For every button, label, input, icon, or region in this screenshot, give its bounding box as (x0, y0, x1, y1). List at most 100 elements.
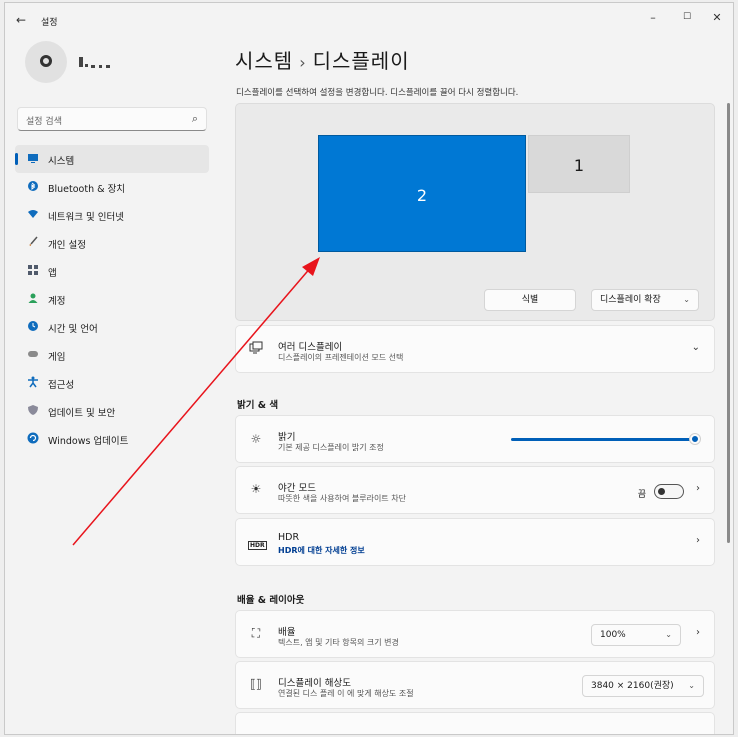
search-icon: ⌕ (191, 112, 198, 125)
night-mode-state: 끔 (637, 490, 646, 500)
scale-icon: ⛶ (251, 626, 261, 640)
hdr-icon: HDR (248, 541, 267, 550)
night-mode-title: 야간 모드 (278, 483, 316, 494)
monitor-number: 2 (416, 186, 428, 205)
sun-icon: ☼ (250, 432, 262, 446)
display-mode-dropdown[interactable]: 디스플레이 확장 ⌄ (591, 289, 699, 311)
night-mode-toggle[interactable] (654, 484, 684, 499)
sidebar-item-bluetooth[interactable]: Bluetooth & 장치 (15, 173, 209, 201)
chevron-down-icon: ⌄ (683, 295, 690, 304)
sidebar-item-update-security[interactable]: 업데이트 및 보안 (15, 397, 209, 425)
layout-section-header: 배율 & 레이아웃 (237, 595, 305, 606)
resolution-value: 3840 × 2160(권장) (591, 681, 674, 691)
search-placeholder: 설정 검색 (26, 117, 62, 127)
sidebar-item-label: 업데이트 및 보안 (48, 408, 116, 419)
scale-dropdown[interactable]: 100% ⌄ (591, 624, 681, 646)
chevron-down-icon: ⌄ (688, 681, 695, 690)
scale-title: 배율 (278, 627, 296, 638)
title-bar: ← 설정 – ☐ ✕ (5, 3, 733, 37)
breadcrumb-parent[interactable]: 시스템 (235, 49, 293, 73)
sidebar-item-network[interactable]: 네트워크 및 인터넷 (15, 201, 209, 229)
brightness-card: ☼ 밝기 기본 제공 디스플레이 밝기 조정 (235, 415, 715, 463)
globe-clock-icon (27, 320, 39, 332)
sidebar-item-label: 시간 및 언어 (48, 324, 98, 335)
monitor-2[interactable]: 2 (318, 135, 526, 252)
profile-name-redacted (79, 57, 115, 71)
scale-subtitle: 텍스트, 앱 및 기타 항목의 크기 변경 (278, 638, 399, 647)
sidebar-item-label: 개인 설정 (48, 240, 86, 251)
gamepad-icon (27, 348, 39, 360)
sidebar-item-label: 접근성 (48, 380, 75, 391)
scrollbar[interactable] (727, 103, 730, 543)
breadcrumb-separator: › (299, 53, 307, 72)
sidebar-item-accounts[interactable]: 계정 (15, 285, 209, 313)
apps-icon (27, 264, 39, 276)
sidebar-item-label: Bluetooth & 장치 (48, 184, 126, 195)
chevron-right-icon: › (696, 483, 700, 494)
display-mode-value: 디스플레이 확장 (600, 295, 661, 305)
sidebar-item-gaming[interactable]: 게임 (15, 341, 209, 369)
sidebar-item-apps[interactable]: 앱 (15, 257, 209, 285)
hdr-title: HDR (278, 532, 300, 543)
update-icon (27, 432, 39, 444)
hdr-card[interactable]: HDR HDR HDR에 대한 자세한 정보 › (235, 518, 715, 566)
sidebar-item-label: 게임 (48, 352, 66, 363)
night-mode-card[interactable]: ☀ 야간 모드 따뜻한 색을 사용하여 블루라이트 차단 끔 › (235, 466, 715, 514)
back-arrow-icon[interactable]: ← (16, 13, 26, 27)
sidebar-item-personalization[interactable]: 개인 설정 (15, 229, 209, 257)
sidebar-nav: 시스템 Bluetooth & 장치 네트워크 및 인터넷 개인 설정 앱 계정… (15, 145, 209, 453)
multi-display-subtitle: 디스플레이의 프레젠테이션 모드 선택 (278, 353, 404, 362)
chevron-right-icon: › (696, 535, 700, 546)
multiple-displays-card[interactable]: 여러 디스플레이 디스플레이의 프레젠테이션 모드 선택 ⌄ (235, 325, 715, 373)
app-title: 설정 (41, 18, 58, 28)
display-arrangement-panel: 2 1 식별 디스플레이 확장 ⌄ (235, 103, 715, 321)
sidebar-item-label: 계정 (48, 296, 66, 307)
shield-icon (27, 404, 39, 416)
brightness-subtitle: 기본 제공 디스플레이 밝기 조정 (278, 443, 384, 452)
person-icon (27, 292, 39, 304)
minimize-button[interactable]: – (643, 11, 663, 24)
resolution-title: 디스플레이 해상도 (278, 678, 351, 689)
brush-icon (27, 236, 39, 248)
resolution-dropdown[interactable]: 3840 × 2160(권장) ⌄ (582, 675, 704, 697)
maximize-button[interactable]: ☐ (677, 12, 697, 22)
next-setting-card (235, 712, 715, 734)
settings-window: ← 설정 – ☐ ✕ 설정 검색 ⌕ 시스템 Bluetooth & 장치 네트… (4, 2, 734, 735)
chevron-down-icon: ⌄ (691, 342, 700, 353)
monitor-icon (27, 152, 39, 164)
monitor-number: 1 (573, 156, 585, 175)
sidebar-item-label: 네트워크 및 인터넷 (48, 212, 124, 223)
multi-monitor-icon (248, 341, 264, 358)
accessibility-icon (27, 376, 39, 388)
brightness-slider[interactable] (511, 438, 695, 441)
sidebar-item-time-language[interactable]: 시간 및 언어 (15, 313, 209, 341)
scale-card[interactable]: ⛶ 배율 텍스트, 앱 및 기타 항목의 크기 변경 100% ⌄ › (235, 610, 715, 658)
brightness-slider-thumb[interactable] (690, 434, 700, 444)
page-title: 디스플레이 (312, 49, 410, 73)
resolution-card: ⟦⟧ 디스플레이 해상도 연결된 디스 플레 이 에 맞게 해상도 조절 384… (235, 661, 715, 709)
sidebar-item-label: Windows 업데이트 (48, 436, 129, 447)
sidebar-item-windows-update[interactable]: Windows 업데이트 (15, 425, 209, 453)
resolution-icon: ⟦⟧ (250, 677, 262, 691)
sidebar-item-label: 시스템 (48, 156, 75, 167)
close-button[interactable]: ✕ (707, 11, 727, 24)
sidebar-item-accessibility[interactable]: 접근성 (15, 369, 209, 397)
avatar[interactable] (25, 41, 67, 83)
monitor-1[interactable]: 1 (528, 135, 630, 193)
resolution-subtitle: 연결된 디스 플레 이 에 맞게 해상도 조절 (278, 689, 414, 698)
sidebar-item-label: 앱 (48, 268, 57, 279)
night-mode-subtitle: 따뜻한 색을 사용하여 블루라이트 차단 (278, 494, 406, 503)
identify-button[interactable]: 식별 (484, 289, 576, 311)
sidebar-item-system[interactable]: 시스템 (15, 145, 209, 173)
brightness-section-header: 밝기 & 색 (237, 400, 279, 411)
wifi-icon (27, 208, 39, 220)
sun-moon-icon: ☀ (250, 482, 262, 496)
chevron-right-icon: › (696, 627, 700, 638)
search-input[interactable]: 설정 검색 ⌕ (17, 107, 207, 131)
chevron-down-icon: ⌄ (665, 630, 672, 639)
hdr-info-link[interactable]: HDR에 대한 자세한 정보 (278, 545, 365, 556)
scale-value: 100% (600, 630, 626, 640)
brightness-title: 밝기 (278, 432, 296, 443)
breadcrumb: 시스템 › 디스플레이 (235, 45, 410, 74)
page-description: 디스플레이를 선택하여 설정을 변경합니다. 디스플레이를 끌어 다시 정렬합니… (236, 88, 519, 98)
